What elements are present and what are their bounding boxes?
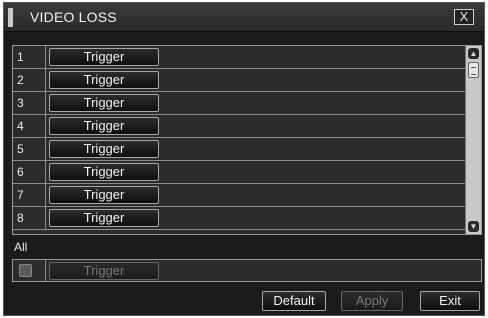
scroll-down-arrow-icon[interactable]: ▼ xyxy=(468,221,479,232)
channel-row: 8 Trigger xyxy=(13,207,465,230)
channel-row: 7 Trigger xyxy=(13,184,465,207)
channel-number: 1 xyxy=(17,50,24,64)
cell-divider xyxy=(45,138,46,160)
cell-divider xyxy=(45,69,46,91)
channel-list: 1 Trigger 2 Trigger 3 Trigger 4 Trigger … xyxy=(12,45,482,235)
channel-rows: 1 Trigger 2 Trigger 3 Trigger 4 Trigger … xyxy=(13,46,465,234)
cell-divider xyxy=(45,92,46,114)
title-bar: VIDEO LOSS X xyxy=(4,3,484,32)
cell-divider xyxy=(45,161,46,183)
channel-row: 1 Trigger xyxy=(13,46,465,69)
channel-number: 6 xyxy=(17,165,24,179)
close-button[interactable]: X xyxy=(454,9,474,25)
scroll-up-arrow-icon[interactable]: ▲ xyxy=(468,48,479,59)
list-scrollbar[interactable]: ▲ ▼ xyxy=(465,46,481,234)
cell-divider xyxy=(45,46,46,68)
channel-row: 2 Trigger xyxy=(13,69,465,92)
trigger-button[interactable]: Trigger xyxy=(49,48,159,66)
trigger-button[interactable]: Trigger xyxy=(49,209,159,227)
apply-button[interactable]: Apply xyxy=(341,291,403,311)
channel-number: 8 xyxy=(17,211,24,225)
channel-row: 6 Trigger xyxy=(13,161,465,184)
channel-row: 4 Trigger xyxy=(13,115,465,138)
all-trigger-button[interactable]: Trigger xyxy=(49,262,159,280)
cell-divider xyxy=(45,260,46,281)
all-label: All xyxy=(14,240,28,254)
channel-number: 2 xyxy=(17,73,24,87)
scroll-thumb[interactable] xyxy=(468,62,479,78)
trigger-button[interactable]: Trigger xyxy=(49,140,159,158)
cell-divider xyxy=(45,184,46,206)
default-button[interactable]: Default xyxy=(262,291,326,311)
exit-button[interactable]: Exit xyxy=(420,291,480,311)
all-row: Trigger xyxy=(12,259,482,282)
cell-divider xyxy=(45,207,46,229)
channel-row: 5 Trigger xyxy=(13,138,465,161)
channel-number: 5 xyxy=(17,142,24,156)
close-icon: X xyxy=(459,9,469,24)
channel-number: 7 xyxy=(17,188,24,202)
channel-number: 4 xyxy=(17,119,24,133)
trigger-button[interactable]: Trigger xyxy=(49,163,159,181)
trigger-button[interactable]: Trigger xyxy=(49,186,159,204)
channel-row: 3 Trigger xyxy=(13,92,465,115)
trigger-button[interactable]: Trigger xyxy=(49,94,159,112)
all-checkbox[interactable] xyxy=(19,264,32,277)
dialog-title: VIDEO LOSS xyxy=(30,9,117,25)
title-accent xyxy=(8,8,13,27)
channel-number: 3 xyxy=(17,96,24,110)
trigger-button[interactable]: Trigger xyxy=(49,71,159,89)
trigger-button[interactable]: Trigger xyxy=(49,117,159,135)
cell-divider xyxy=(45,115,46,137)
